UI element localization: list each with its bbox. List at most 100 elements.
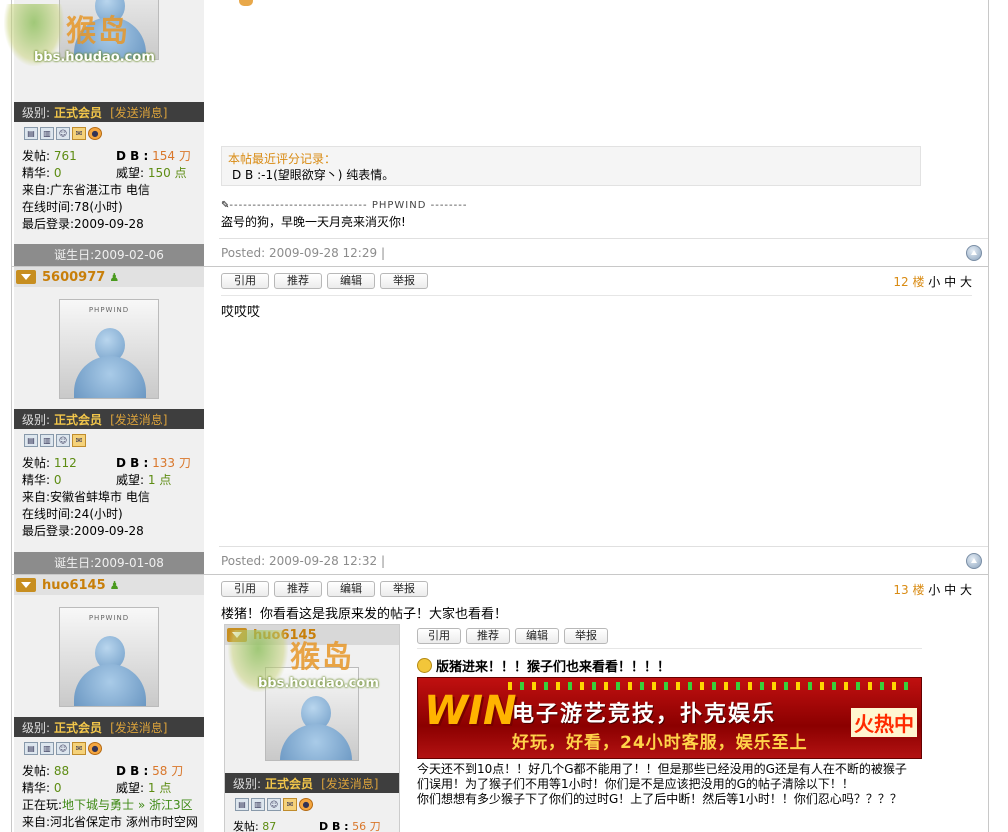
email-icon[interactable]: ✉ bbox=[72, 741, 86, 755]
email-icon[interactable]: ✉ bbox=[72, 433, 86, 447]
avatar[interactable]: PHPWIND bbox=[59, 607, 159, 707]
posts-icon[interactable]: ▥ bbox=[40, 126, 54, 140]
last-login: 2009-09-28 bbox=[74, 217, 144, 231]
rating-line: D B :-1(望眼欲穿丶) 纯表情。 bbox=[232, 168, 395, 182]
banner-headline: 电子游艺竞技，扑克娱乐 bbox=[512, 702, 777, 727]
floor-indicator: 13 楼 小 中 大 bbox=[893, 583, 972, 597]
posts-icon[interactable]: ▥ bbox=[40, 741, 54, 755]
level-value: 正式会员 bbox=[54, 412, 103, 427]
birthday-bar: 诞生日:2009-01-08 bbox=[14, 552, 204, 574]
prestige-value: 1 bbox=[147, 781, 156, 795]
online-time: 78(小时) bbox=[74, 200, 123, 214]
profile-icon[interactable]: ▤ bbox=[24, 126, 38, 140]
profile-icon[interactable]: ▤ bbox=[24, 741, 38, 755]
posts-icon[interactable]: ▥ bbox=[40, 433, 54, 447]
avatar-area: PHPWIND bbox=[14, 287, 204, 409]
font-medium-link[interactable]: 中 bbox=[944, 583, 956, 597]
user-icons: ▤ ▥ ☺ ✉ ● bbox=[14, 122, 204, 144]
user-menu-dropdown[interactable] bbox=[16, 578, 36, 592]
rating-record: 本帖最近评分记录： D B :-1(望眼欲穿丶) 纯表情。 bbox=[221, 146, 921, 186]
embed-user-stats: 发帖: 87D B : 56 刀 精华: 0威望: 1 点 bbox=[233, 820, 381, 832]
banner-subline: 好玩，好看，24小时客服，娱乐至上 bbox=[512, 733, 808, 753]
level-bar: 级别: 正式会员 [发送消息] bbox=[14, 717, 204, 737]
add-friend-icon[interactable]: ☺ bbox=[56, 741, 70, 755]
avatar[interactable]: PHPWIND bbox=[59, 299, 159, 399]
edit-button[interactable]: 编辑 bbox=[327, 273, 375, 289]
add-friend-icon[interactable]: ☺ bbox=[56, 126, 70, 140]
profile-icon[interactable]: ▤ bbox=[24, 433, 38, 447]
prestige-value: 150 bbox=[147, 166, 171, 180]
divider bbox=[221, 295, 972, 296]
user-stats: 发帖: 112 D B : 133 刀 精华: 0 威望: 1 点 来自: 安徽省蚌埠… bbox=[22, 456, 191, 538]
user-location: 广东省湛江市 电信 bbox=[50, 183, 150, 197]
db-value: 58 bbox=[152, 764, 168, 778]
ad-banner: WIN 电子游艺竞技，扑克娱乐 好玩，好看，24小时客服，娱乐至上 火热中 bbox=[417, 677, 922, 759]
floor-indicator: 12 楼 小 中 大 bbox=[893, 275, 972, 289]
send-message-link[interactable]: [发送消息] bbox=[110, 719, 167, 736]
signature-text: 盗号的狗，早晚一天月亮来消灭你! bbox=[221, 215, 406, 229]
embed-post-body: 引用 推荐 编辑 举报 版猪进来！！！猴子们也来看看！！！！ WIN 电子游艺竞… bbox=[417, 624, 922, 832]
essence-count: 0 bbox=[53, 166, 62, 180]
playing-game-link[interactable]: 地下城与勇士 » 浙江3区 bbox=[62, 797, 193, 814]
font-small-link[interactable]: 小 bbox=[928, 583, 940, 597]
user-location: 河北省保定市 涿州市时空网 bbox=[50, 815, 198, 829]
floor-number: 13 bbox=[893, 583, 909, 597]
phpwind-logo: PHPWIND bbox=[88, 306, 130, 314]
level-label: 级别: bbox=[22, 105, 51, 120]
quote-button[interactable]: 引用 bbox=[221, 273, 269, 289]
username[interactable]: huo6145 bbox=[42, 578, 106, 593]
quote-button[interactable]: 引用 bbox=[221, 581, 269, 597]
report-button[interactable]: 举报 bbox=[380, 273, 428, 289]
email-icon[interactable]: ✉ bbox=[72, 126, 86, 140]
qq-icon: ● bbox=[299, 797, 313, 811]
post-time: 2009-09-28 12:32 bbox=[268, 553, 378, 568]
back-to-top-icon[interactable] bbox=[966, 553, 982, 569]
profile-icon: ▤ bbox=[235, 797, 249, 811]
birthday-bar: 诞生日:2009-02-06 bbox=[14, 244, 204, 266]
user-icons: ▤ ▥ ☺ ✉ ● bbox=[14, 737, 204, 759]
post-actions: 引用 推荐 编辑 举报 bbox=[221, 581, 428, 597]
post-footer: Posted: 2009-09-28 12:32 | bbox=[219, 546, 988, 574]
username[interactable]: 5600977 bbox=[42, 270, 105, 285]
embed-text: 今天还不到10点！！好几个G都不能用了！！但是那些已经没用的G还是有人在不断的被… bbox=[417, 762, 907, 806]
username-bar: 5600977 ♟ bbox=[14, 267, 204, 287]
back-to-top-icon[interactable] bbox=[966, 245, 982, 261]
edit-button[interactable]: 编辑 bbox=[327, 581, 375, 597]
level-value: 正式会员 bbox=[54, 720, 103, 735]
font-large-link[interactable]: 大 bbox=[960, 583, 972, 597]
online-time: 24(小时) bbox=[74, 507, 123, 521]
report-button[interactable]: 举报 bbox=[380, 581, 428, 597]
online-status-icon: ♟ bbox=[109, 270, 120, 284]
phpwind-logo: PHPWIND bbox=[88, 614, 130, 622]
user-location: 安徽省蚌埠市 电信 bbox=[50, 490, 150, 504]
avatar-body bbox=[74, 356, 146, 398]
font-small-link[interactable]: 小 bbox=[928, 275, 940, 289]
recommend-button[interactable]: 推荐 bbox=[274, 581, 322, 597]
essence-count: 0 bbox=[53, 781, 62, 795]
posts-count: 112 bbox=[53, 456, 77, 470]
online-status-icon: ♟ bbox=[109, 578, 120, 592]
post-actions: 引用 推荐 编辑 举报 bbox=[221, 273, 428, 289]
font-medium-link[interactable]: 中 bbox=[944, 275, 956, 289]
post-body: 本帖最近评分记录： D B :-1(望眼欲穿丶) 纯表情。 ✎---------… bbox=[219, 0, 988, 266]
embed-title: 版猪进来！！！猴子们也来看看！！！！ bbox=[417, 656, 670, 675]
user-stats: 发帖: 761 D B : 154 刀 精华: 0 威望: 150 点 来自: 广东省… bbox=[22, 149, 191, 231]
qq-icon[interactable]: ● bbox=[88, 126, 102, 140]
signature: ✎------------------------------ PHPWIND … bbox=[221, 200, 468, 229]
last-login: 2009-09-28 bbox=[74, 524, 144, 538]
rating-title: 本帖最近评分记录： bbox=[228, 152, 337, 166]
post-12: 5600977 ♟ PHPWIND 级别: 正式会员 [发送消息] ▤ ▥ ☺ … bbox=[11, 266, 989, 574]
qq-icon[interactable]: ● bbox=[88, 741, 102, 755]
post-content: 哎哎哎 bbox=[221, 305, 261, 320]
posts-count: 88 bbox=[53, 764, 70, 778]
user-stats: 发帖: 88 D B : 58 刀 精华: 0 威望: 1 点 正在玩: 地下城与勇士… bbox=[22, 764, 198, 829]
user-menu-dropdown[interactable] bbox=[16, 270, 36, 284]
site-watermark: 猴岛 bbs.houdao.com bbox=[4, 4, 156, 66]
add-friend-icon[interactable]: ☺ bbox=[56, 433, 70, 447]
recommend-button[interactable]: 推荐 bbox=[274, 273, 322, 289]
avatar-area: PHPWIND bbox=[14, 595, 204, 717]
db-value: 154 bbox=[152, 149, 175, 163]
send-message-link[interactable]: [发送消息] bbox=[110, 104, 167, 121]
font-large-link[interactable]: 大 bbox=[960, 275, 972, 289]
send-message-link[interactable]: [发送消息] bbox=[110, 411, 167, 428]
